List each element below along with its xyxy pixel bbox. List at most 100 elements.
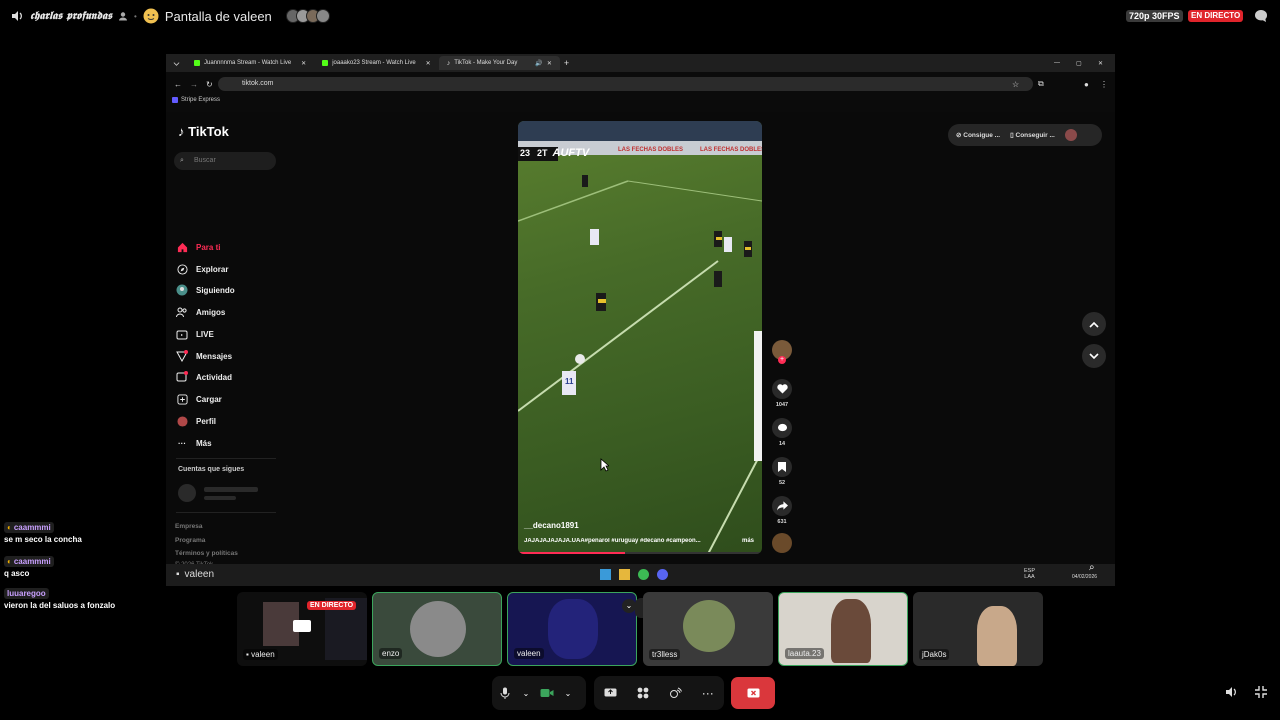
window-close-icon[interactable]: ✕ [1098,60,1103,67]
footer-terminos[interactable]: Términos y políticas [175,550,238,557]
language-indicator[interactable]: ESP LAA [1024,568,1035,580]
nav-siguiendo[interactable]: Siguiendo [176,283,235,297]
url-field[interactable]: tiktok.com [218,77,1033,91]
mouse-cursor-icon [600,458,609,472]
screen-share-title: Pantalla de valeen [164,8,272,24]
microphone-icon [500,687,510,699]
bookmark-stripe[interactable]: Stripe Express [172,97,220,103]
participant-tile[interactable]: tr3lless [643,592,773,666]
nav-live[interactable]: LIVE [176,327,214,341]
volume-icon[interactable] [1224,685,1238,704]
video-progress-track[interactable] [518,552,762,554]
video-player[interactable]: LAS FECHAS DOBLES LAS FECHAS DOBLES 23 2… [518,121,762,554]
participant-tile[interactable]: jDak0s [913,592,1043,666]
profile-avatar-icon [176,415,188,427]
bookmark-star-icon[interactable]: ☆ [1012,80,1019,89]
menu-dots-icon[interactable]: ⋮ [1100,80,1108,89]
avatar [410,601,466,657]
sound-disc-button[interactable] [770,533,794,553]
browser-tab-active[interactable]: ♪ TikTok - Make Your Day 🔊 ✕ [438,56,560,70]
chat-username[interactable]: ◐ caammmi [4,522,54,533]
participant-tile-stream[interactable]: EN DIRECTO ▪ valeen [237,592,367,666]
save-count: 52 [778,480,786,486]
microphone-options-button[interactable]: ⌄ [518,680,534,706]
pill-label: Consigue ... [963,132,1001,139]
more-options-button[interactable]: ··· [695,680,721,706]
comment-button[interactable]: 14 [770,418,794,447]
avatar [315,9,330,23]
new-tab-icon[interactable]: + [564,58,569,68]
coin-icon: ⊘ [956,132,962,139]
share-screen-button[interactable] [597,680,623,706]
back-icon[interactable]: ← [174,80,182,89]
chevron-down-icon[interactable]: ⌄ [622,599,636,613]
chrome-icon[interactable] [638,569,649,580]
get-app-pill[interactable]: ▯ Conseguir ... [1010,131,1055,139]
video-author[interactable]: __decano1891 [524,521,579,530]
viewer-avatars[interactable] [285,9,330,23]
share-button[interactable]: 631 [770,496,794,525]
like-button[interactable]: 1047 [770,379,794,408]
tiktok-logo[interactable]: ♪ TikTok [178,124,229,139]
taskbar-date: 04/02/2026 [1072,574,1098,580]
browser-tab-label: joaaako23 Stream - Watch Live [332,60,416,66]
nav-actividad[interactable]: Actividad [176,370,232,384]
activities-button[interactable] [630,680,656,706]
minimize-icon[interactable]: — [1054,60,1060,66]
nav-amigos[interactable]: Amigos [176,305,225,319]
close-icon[interactable]: ✕ [426,60,431,67]
user-avatar[interactable] [1064,129,1077,141]
microphone-button[interactable] [492,680,518,706]
camera-options-button[interactable]: ⌄ [560,680,576,706]
chat-bubble-icon[interactable] [1253,8,1269,24]
nav-explorar[interactable]: Explorar [176,262,228,276]
nav-mensajes[interactable]: Mensajes [176,349,232,363]
participant-tile[interactable]: ⌄ valeen [507,592,637,666]
footer-empresa[interactable]: Empresa [175,523,202,530]
participant-name-text: valeen [251,650,275,659]
exit-fullscreen-icon[interactable] [1254,685,1268,704]
nav-perfil[interactable]: Perfil [176,414,216,428]
chat-username[interactable]: ◐ caammmi [4,556,54,567]
get-coins-pill[interactable]: ⊘ Consigue ... [956,131,1000,139]
browser-tab[interactable]: joaaako23 Stream - Watch Live ✕ [314,56,439,70]
save-button[interactable]: 52 [770,457,794,486]
profile-icon[interactable]: ● [1084,80,1089,89]
reload-icon[interactable]: ↻ [206,80,213,89]
footer-programa[interactable]: Programa [175,537,205,544]
close-icon[interactable]: ✕ [547,60,552,67]
forward-icon[interactable]: → [190,80,198,89]
participant-name: valeen [514,648,544,659]
browser-tab[interactable]: Juannnnma Stream - Watch Live ✕ [186,56,314,70]
file-explorer-icon[interactable] [619,569,630,580]
windows-start-icon[interactable] [600,569,611,580]
participant-tile[interactable]: enzo [372,592,502,666]
maximize-icon[interactable]: ▢ [1076,60,1082,67]
speaker-icon[interactable] [10,9,24,23]
emoji-avatar-icon [143,8,159,24]
search-input[interactable]: ⌕ Buscar [174,152,276,170]
previous-video-button[interactable] [1082,312,1106,336]
nav-para-ti[interactable]: Para ti [176,240,220,254]
extensions-icon[interactable]: ⧉ [1038,79,1044,89]
following-avatar-icon [176,284,188,296]
follow-plus-icon[interactable]: + [778,356,786,364]
screen-share-stream[interactable]: Juannnnma Stream - Watch Live ✕ joaaako2… [166,54,1115,586]
creator-avatar-button[interactable]: + [770,340,794,364]
zoom-icon[interactable]: ⌕ [1089,562,1095,573]
soundboard-button[interactable] [662,680,688,706]
camera-button[interactable] [534,680,560,706]
nav-mas[interactable]: ··· Más [176,436,212,450]
nav-cargar[interactable]: Cargar [176,392,222,406]
discord-icon[interactable] [657,569,668,580]
close-icon[interactable]: ✕ [301,60,306,67]
leave-call-button[interactable] [731,677,775,709]
participant-tile[interactable]: laauta.23 [778,592,908,666]
next-video-button[interactable] [1082,344,1106,368]
chevron-down-icon[interactable] [166,60,186,67]
browser-tab-strip: Juannnnma Stream - Watch Live ✕ joaaako2… [166,54,1115,72]
audio-icon[interactable]: 🔊 [535,60,542,67]
chat-username[interactable]: luuaregoo [4,588,49,599]
video-more-link[interactable]: más [742,538,754,544]
chat-message: ◐ caammmi q asco [4,556,54,578]
